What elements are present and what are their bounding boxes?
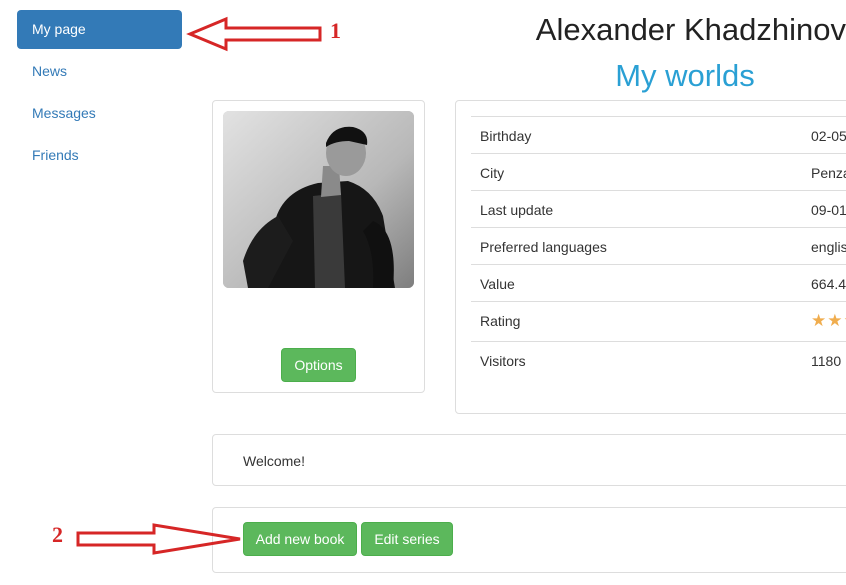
annotation-label-2: 2 — [52, 522, 63, 547]
info-key: Birthday — [480, 128, 532, 144]
welcome-panel: Welcome! — [212, 434, 846, 486]
info-row-rating: Rating ★★★ — [471, 301, 846, 342]
annotation-label-1: 1 — [330, 18, 341, 43]
sidebar-item-label: News — [32, 63, 68, 79]
info-value: 664.4 — [811, 276, 846, 292]
info-value: englis — [811, 239, 846, 255]
annotation-arrow-left-icon — [186, 16, 322, 52]
sidebar-item-news[interactable]: News — [17, 52, 182, 91]
sidebar-item-label: Messages — [32, 105, 96, 121]
info-key: Value — [480, 276, 515, 292]
info-value: Penza — [811, 165, 846, 181]
info-key: Last update — [480, 202, 554, 218]
page-subtitle: My worlds — [615, 58, 755, 93]
user-name: Alexander Khadzhinov — [535, 12, 846, 47]
sidebar-item-label: Friends — [32, 147, 79, 163]
person-silhouette-icon — [223, 111, 414, 288]
edit-series-button[interactable]: Edit series — [361, 522, 453, 556]
rating-stars-icon[interactable]: ★★★ — [811, 311, 846, 331]
add-new-book-button[interactable]: Add new book — [243, 522, 357, 556]
info-key: Preferred languages — [480, 239, 607, 255]
info-row-value: Value 664.4 — [471, 264, 846, 302]
sidebar-item-my-page[interactable]: My page — [17, 10, 182, 49]
info-value: 1180 — [811, 353, 842, 369]
info-row-visitors: Visitors 1180 — [471, 341, 846, 379]
info-value: 09-01 — [811, 202, 846, 218]
info-value: 02-05 — [811, 128, 846, 144]
info-row-city: City Penza — [471, 153, 846, 191]
options-button[interactable]: Options — [281, 348, 356, 382]
info-key: Visitors — [480, 353, 526, 369]
info-row-last-update: Last update 09-01 — [471, 190, 846, 228]
info-key: City — [480, 165, 505, 181]
profile-photo — [223, 111, 414, 288]
sidebar-item-friends[interactable]: Friends — [17, 136, 182, 175]
sidebar-item-label: My page — [32, 21, 86, 37]
info-key: Rating — [480, 313, 521, 329]
welcome-text: Welcome! — [243, 453, 305, 469]
info-row-preferred-languages: Preferred languages englis — [471, 227, 846, 265]
info-row-birthday: Birthday 02-05 — [471, 116, 846, 154]
sidebar-item-messages[interactable]: Messages — [17, 94, 182, 133]
annotation-arrow-right-icon — [76, 523, 241, 555]
